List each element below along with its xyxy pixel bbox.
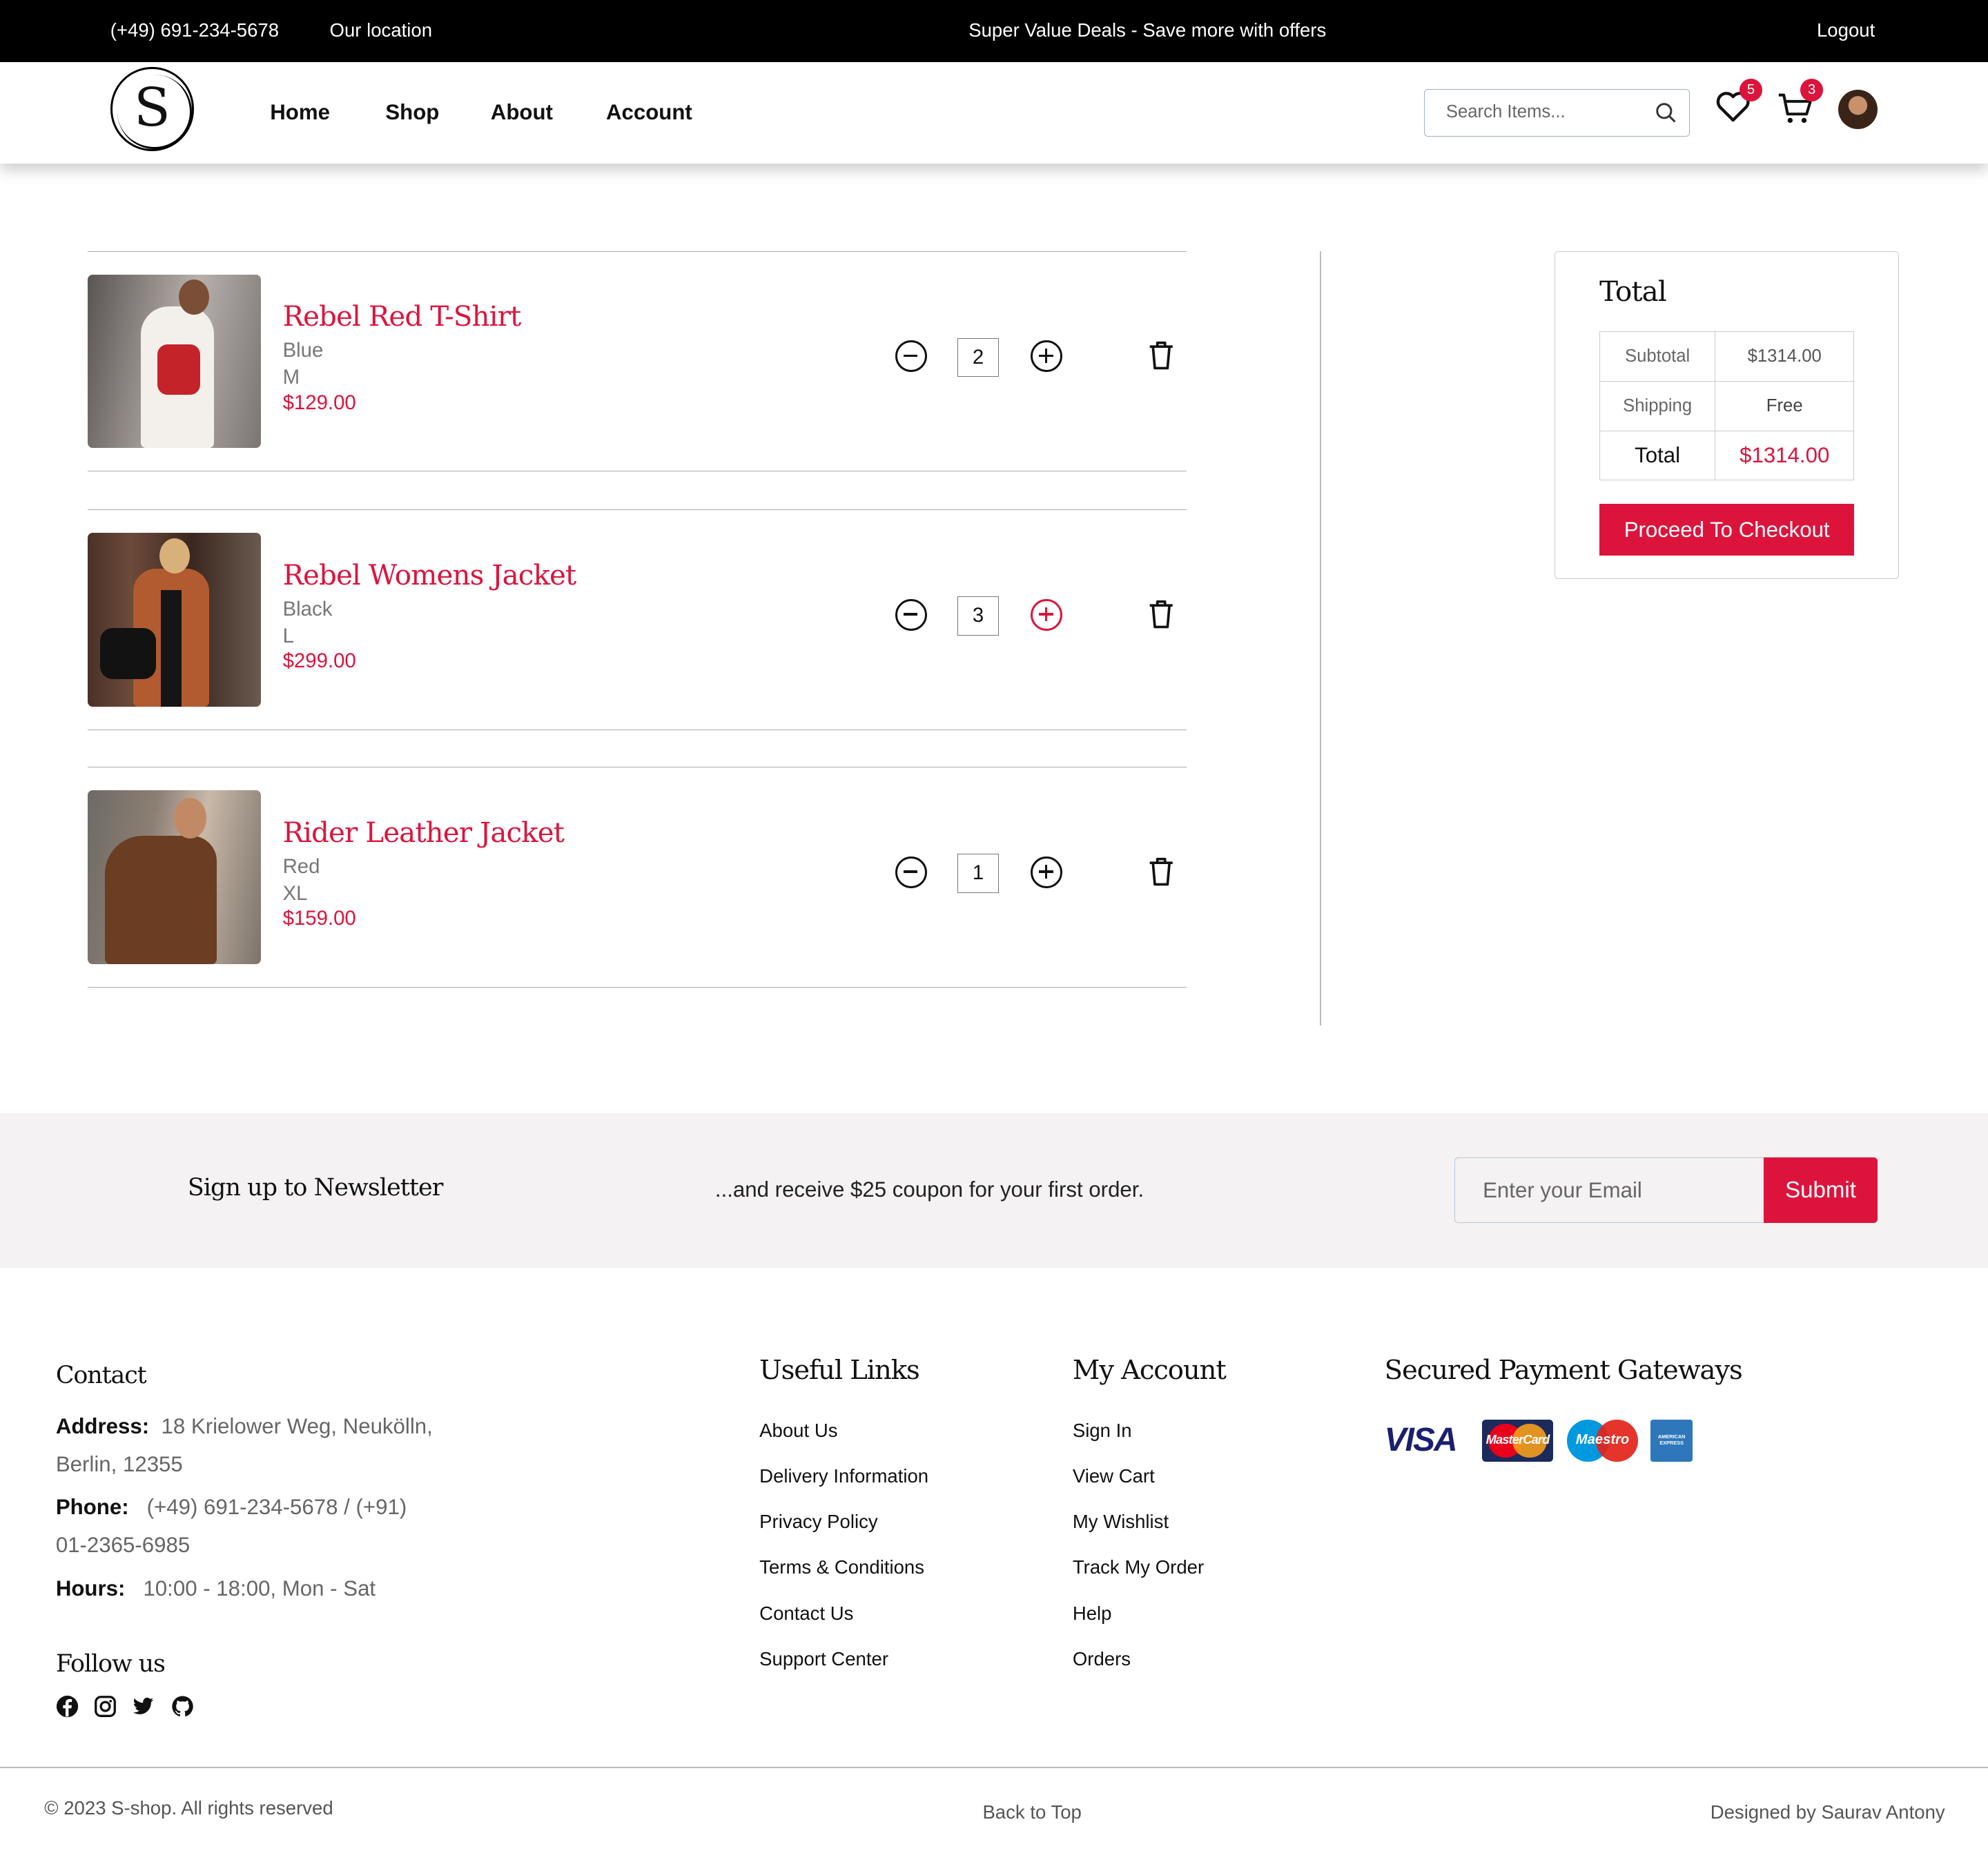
mastercard-logo: MasterCard	[1482, 1420, 1553, 1462]
top-bar: (+49) 691-234-5678 Our location Super Va…	[0, 0, 1988, 62]
hours-value: 10:00 - 18:00, Mon - Sat	[143, 1576, 376, 1600]
search-box	[1423, 88, 1690, 137]
subtotal-label: Subtotal	[1599, 331, 1716, 382]
user-avatar[interactable]	[1838, 90, 1878, 130]
proceed-to-checkout-button[interactable]: Proceed To Checkout	[1599, 504, 1855, 556]
product-image[interactable]	[87, 790, 262, 964]
footer-link-support-center[interactable]: Support Center	[759, 1648, 888, 1670]
submit-button[interactable]: Submit	[1763, 1157, 1878, 1224]
product-price: $129.00	[282, 391, 356, 414]
footer-link-terms-conditions[interactable]: Terms & Conditions	[759, 1556, 924, 1578]
email-field-wrapper	[1454, 1157, 1765, 1224]
cart-item: Rider Leather Jacket Red XL $159.00 1	[87, 767, 1187, 988]
subtotal-value: $1314.00	[1715, 331, 1855, 382]
order-summary-card: Total Subtotal $1314.00 Shipping Free To…	[1554, 251, 1900, 580]
github-icon[interactable]	[171, 1695, 194, 1718]
product-size: M	[282, 365, 300, 389]
payment-gateways-heading: Secured Payment Gateways	[1384, 1355, 1743, 1387]
footer-link-view-cart[interactable]: View Cart	[1073, 1465, 1155, 1487]
product-image[interactable]	[87, 274, 262, 449]
increase-quantity-button[interactable]	[1031, 340, 1063, 373]
shipping-value: Free	[1715, 380, 1855, 431]
shipping-label: Shipping	[1599, 380, 1716, 431]
quantity-value[interactable]: 2	[957, 337, 1000, 378]
newsletter-title: Sign up to Newsletter	[187, 1173, 444, 1202]
increase-quantity-button[interactable]	[1031, 856, 1063, 888]
product-price: $159.00	[282, 907, 356, 930]
footer-link-delivery-information[interactable]: Delivery Information	[759, 1465, 928, 1487]
back-to-top-link[interactable]: Back to Top	[982, 1801, 1081, 1823]
column-divider	[1320, 251, 1321, 1026]
nav-about[interactable]: About	[491, 100, 553, 125]
quantity-value[interactable]: 3	[957, 596, 1000, 636]
cart-count-badge: 3	[1800, 78, 1824, 101]
footer-link-about-us[interactable]: About Us	[759, 1420, 837, 1442]
footer-link-contact-us[interactable]: Contact Us	[759, 1603, 853, 1625]
increase-quantity-button[interactable]	[1031, 598, 1063, 631]
trash-icon[interactable]	[1147, 599, 1175, 629]
newsletter-section: Sign up to Newsletter ...and receive $25…	[0, 1113, 1988, 1268]
my-account-heading: My Account	[1072, 1355, 1227, 1387]
promo-text: Super Value Deals - Save more with offer…	[968, 19, 1327, 41]
designer-credit: Designed by Saurav Antony	[1710, 1801, 1945, 1823]
phone-label: Phone:	[55, 1495, 129, 1520]
product-color: Red	[282, 854, 320, 878]
footer-link-orders[interactable]: Orders	[1073, 1648, 1131, 1670]
phone-number: (+49) 691-234-5678	[110, 19, 280, 41]
product-size: XL	[282, 881, 308, 905]
summary-title: Total	[1599, 274, 1667, 308]
product-name[interactable]: Rebel Womens Jacket	[283, 558, 577, 591]
wishlist-count-badge: 5	[1739, 78, 1762, 101]
search-input[interactable]	[1424, 89, 1647, 135]
cart-item: Rebel Red T-Shirt Blue M $129.00 2	[87, 251, 1187, 472]
product-price: $299.00	[282, 649, 356, 673]
nav-account[interactable]: Account	[606, 100, 692, 125]
product-color: Black	[282, 598, 333, 621]
hours-label: Hours:	[55, 1576, 126, 1600]
follow-heading: Follow us	[55, 1650, 166, 1678]
footer-link-track-my-order[interactable]: Track My Order	[1073, 1556, 1204, 1578]
trash-icon[interactable]	[1147, 340, 1175, 371]
email-field[interactable]	[1454, 1157, 1765, 1223]
american-express-logo: AMERICAN EXPRESS	[1650, 1420, 1693, 1462]
maestro-logo: Maestro	[1567, 1420, 1638, 1462]
contact-info: Address: 18 Krielower Weg, Neukölln, Ber…	[56, 1407, 436, 1607]
total-value: $1314.00	[1715, 430, 1855, 481]
copyright-text: © 2023 S-shop. All rights reserved	[44, 1797, 333, 1819]
cart-item: Rebel Womens Jacket Black L $299.00 3	[87, 509, 1187, 730]
logout-link[interactable]: Logout	[1817, 19, 1875, 41]
address-label: Address:	[55, 1413, 150, 1438]
quantity-value[interactable]: 1	[957, 854, 1000, 894]
decrease-quantity-button[interactable]	[895, 340, 927, 373]
twitter-icon[interactable]	[132, 1695, 155, 1718]
trash-icon[interactable]	[1147, 856, 1175, 887]
decrease-quantity-button[interactable]	[895, 598, 927, 631]
footer-link-sign-in[interactable]: Sign In	[1073, 1420, 1132, 1442]
product-name[interactable]: Rebel Red T-Shirt	[283, 300, 522, 333]
summary-table: Subtotal $1314.00 Shipping Free Total $1…	[1599, 331, 1855, 481]
product-size: L	[282, 624, 294, 647]
product-image[interactable]	[87, 533, 262, 707]
decrease-quantity-button[interactable]	[895, 856, 927, 888]
footer-link-my-wishlist[interactable]: My Wishlist	[1073, 1511, 1169, 1533]
site-logo[interactable]: S	[110, 67, 194, 151]
search-icon[interactable]	[1655, 102, 1677, 124]
total-label: Total	[1599, 430, 1716, 481]
our-location-link[interactable]: Our location	[330, 19, 433, 41]
footer-divider	[0, 1767, 1988, 1769]
instagram-icon[interactable]	[94, 1695, 117, 1718]
newsletter-text: ...and receive $25 coupon for your first…	[714, 1177, 1144, 1202]
visa-logo: VISA	[1384, 1422, 1458, 1459]
contact-heading: Contact	[55, 1361, 147, 1389]
nav-home[interactable]: Home	[270, 100, 330, 125]
main-header: S Home Shop About Account 5 3	[0, 61, 1988, 164]
useful-links-heading: Useful Links	[759, 1355, 920, 1387]
product-name[interactable]: Rider Leather Jacket	[283, 816, 565, 849]
nav-shop[interactable]: Shop	[385, 100, 439, 125]
facebook-icon[interactable]	[56, 1695, 79, 1718]
product-color: Blue	[282, 339, 324, 362]
footer-link-privacy-policy[interactable]: Privacy Policy	[759, 1511, 877, 1533]
footer-link-help[interactable]: Help	[1073, 1603, 1112, 1625]
